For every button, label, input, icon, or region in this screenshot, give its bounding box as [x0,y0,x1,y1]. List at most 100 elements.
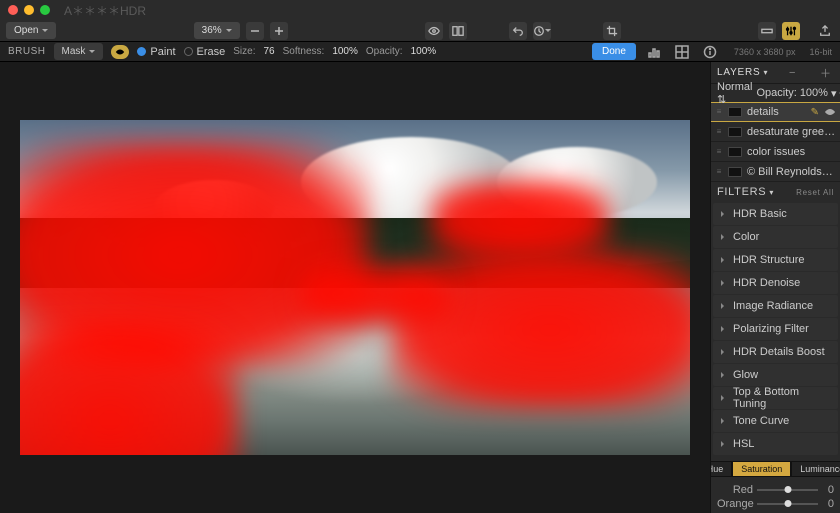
eye-icon[interactable] [824,106,836,118]
export-button[interactable] [816,22,834,40]
pencil-icon[interactable]: ✎ [811,107,819,118]
macos-titlebar: A＊＊＊＊HDR [0,0,840,20]
zoom-dropdown[interactable]: 36% [194,22,240,39]
filter-name: Glow [733,369,758,381]
mask-visibility-toggle[interactable] [111,45,129,59]
opacity-value[interactable]: 100% [411,46,437,57]
nav-grid-button[interactable] [672,44,692,60]
filter-name: HDR Basic [733,208,787,220]
disclosure-triangle-icon [721,211,727,217]
open-menu[interactable]: Open [6,22,56,39]
window-zoom-button[interactable] [40,5,50,15]
disclosure-triangle-icon [721,372,727,378]
paint-mode-radio[interactable]: Paint [137,46,175,58]
image-dimensions: 7360 x 3680 px [734,47,796,57]
layer-name: details [747,106,806,118]
top-toolbar: Open 36% [0,20,840,42]
filter-name: HDR Structure [733,254,805,266]
filter-row[interactable]: Color [713,226,838,248]
preview-eye-button[interactable] [425,22,443,40]
hsl-slider-row: Red 0 [711,483,840,497]
filter-row[interactable]: Tone Curve [713,410,838,432]
disclosure-triangle-icon [721,257,727,263]
drag-grip-icon[interactable]: ≡ [715,170,723,174]
history-button[interactable] [533,22,551,40]
undo-button[interactable] [509,22,527,40]
hsl-slider[interactable] [757,489,818,491]
filter-row[interactable]: Top & Bottom Tuning [713,387,838,409]
disclosure-triangle-icon [721,234,727,240]
image-preview [20,120,690,455]
filter-row[interactable]: Glow [713,364,838,386]
opacity-label: Opacity: [366,46,403,57]
window-minimize-button[interactable] [24,5,34,15]
add-layer-button[interactable]: ＋ [817,65,834,81]
info-button[interactable] [700,44,720,60]
histogram-button[interactable] [644,44,664,60]
hsl-color-name: Red [717,484,753,496]
layer-row[interactable]: ≡ © Bill Reynolds_DSC02037.A… [711,162,840,182]
filter-row[interactable]: Image Radiance [713,295,838,317]
drag-grip-icon[interactable]: ≡ [715,130,723,134]
softness-label: Softness: [283,46,325,57]
filter-row[interactable]: HDR Structure [713,249,838,271]
filter-name: Polarizing Filter [733,323,809,335]
layer-name: © Bill Reynolds_DSC02037.A… [747,166,836,178]
layer-thumbnail [728,107,742,117]
right-panel: LAYERS▾ − ＋ Normal ⇅ Opacity: 100%▾ ≡det… [710,62,840,513]
layer-opacity-value[interactable]: 100% [800,87,828,99]
crop-button[interactable] [603,22,621,40]
zoom-out-button[interactable] [246,22,264,40]
softness-value[interactable]: 100% [332,46,358,57]
layer-thumbnail [728,167,742,177]
filter-name: Tone Curve [733,415,789,427]
layer-row[interactable]: ≡color issues [711,142,840,162]
reset-all-button[interactable]: Reset All [796,188,834,197]
hsl-luminance-tab[interactable]: Luminance [791,461,840,477]
hsl-value: 0 [822,484,834,496]
disclosure-triangle-icon [721,349,727,355]
filter-row[interactable]: HDR Details Boost [713,341,838,363]
canvas-viewport[interactable] [0,62,710,513]
drag-grip-icon[interactable]: ≡ [715,110,723,114]
compare-button[interactable] [449,22,467,40]
hsl-slider-row: Orange0 [711,497,840,511]
active-tool-name: BRUSH [8,46,46,57]
done-button[interactable]: Done [592,43,636,60]
disclosure-triangle-icon [721,395,727,401]
disclosure-triangle-icon [721,303,727,309]
main-content-area: LAYERS▾ − ＋ Normal ⇅ Opacity: 100%▾ ≡det… [0,62,840,513]
blend-mode-dropdown[interactable]: Normal ⇅ [717,81,752,106]
filter-name: Color [733,231,759,243]
adjust-button[interactable] [782,22,800,40]
drag-grip-icon[interactable]: ≡ [715,150,723,154]
app-name: A＊＊＊＊HDR [64,2,146,19]
layer-row[interactable]: ≡desaturate green water [711,122,840,142]
filters-header: FILTERS▾ Reset All [711,182,840,202]
filter-name: HSL [733,438,754,450]
layer-thumbnail [728,127,742,137]
filter-row[interactable]: Polarizing Filter [713,318,838,340]
image-bitdepth: 16-bit [809,47,832,57]
filter-name: Image Radiance [733,300,813,312]
filter-row[interactable]: HDR Basic [713,203,838,225]
hsl-tabs: Hue Saturation Luminance [715,461,836,477]
zoom-in-button[interactable] [270,22,288,40]
size-value[interactable]: 76 [263,46,274,57]
filter-row[interactable]: HDR Denoise [713,272,838,294]
hsl-hue-tab[interactable]: Hue [710,461,732,477]
filter-name: Top & Bottom Tuning [733,386,830,410]
hsl-saturation-tab[interactable]: Saturation [732,461,791,477]
mask-dropdown[interactable]: Mask [54,43,104,60]
disclosure-triangle-icon [721,441,727,447]
layers-collapse-button[interactable]: − [786,67,798,79]
window-close-button[interactable] [8,5,18,15]
disclosure-triangle-icon [721,418,727,424]
filter-row[interactable]: HSL [713,433,838,455]
presets-button[interactable] [758,22,776,40]
hsl-slider[interactable] [757,503,818,505]
size-label: Size: [233,46,255,57]
disclosure-triangle-icon [721,280,727,286]
disclosure-triangle-icon [721,326,727,332]
erase-mode-radio[interactable]: Erase [184,46,226,58]
